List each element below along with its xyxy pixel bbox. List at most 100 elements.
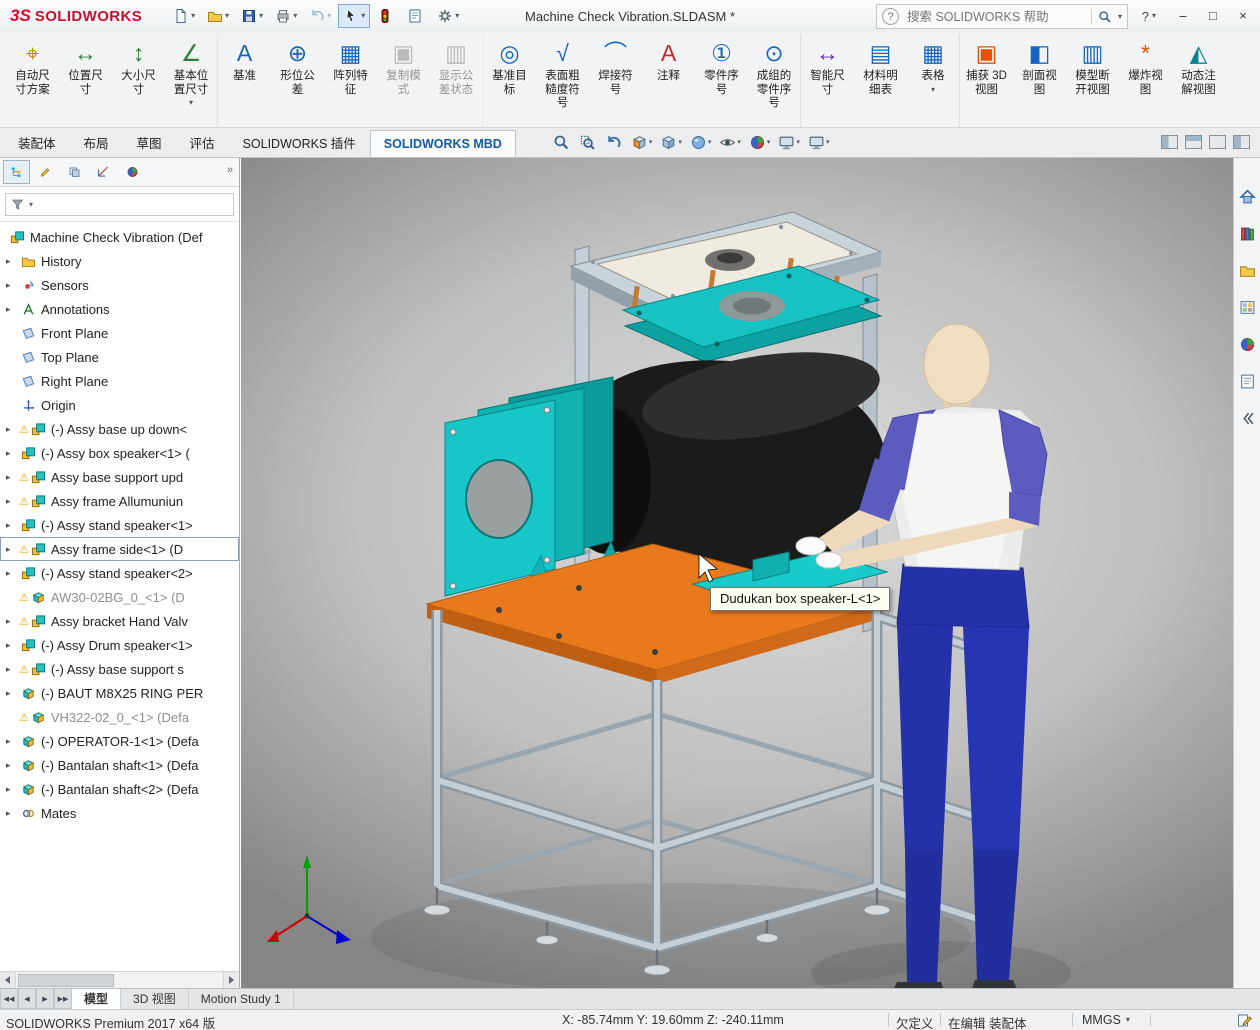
headsup-button[interactable]: ▾	[805, 130, 833, 154]
scroll-left-button[interactable]	[0, 972, 16, 988]
ribbon-button[interactable]: ▣ 捕获 3D 视图	[960, 34, 1013, 127]
headsup-button[interactable]	[576, 130, 600, 154]
tab-nav-button[interactable]: ▶▶	[54, 989, 72, 1009]
scroll-right-button[interactable]	[223, 972, 239, 988]
expand-arrow-icon[interactable]: ▸	[6, 544, 19, 555]
tree-item[interactable]: ⚠ VH322-02_0_<1> (Defa	[0, 705, 239, 729]
tags-icon[interactable]	[1236, 1012, 1252, 1028]
expand-arrow-icon[interactable]: ▸	[6, 664, 19, 675]
ribbon-button[interactable]: ▤ 材料明细表	[854, 34, 907, 127]
expand-arrow-icon[interactable]: ▸	[6, 304, 19, 315]
panel-tab[interactable]	[119, 160, 146, 184]
ribbon-button[interactable]: ▥ 显示公差状态	[430, 34, 483, 127]
headsup-button[interactable]: ▾	[628, 130, 656, 154]
tab-nav-button[interactable]: ◀◀	[0, 989, 18, 1009]
ribbon-button[interactable]: ⌖ 自动尺寸方案	[6, 34, 59, 127]
tree-item[interactable]: Origin	[0, 393, 239, 417]
tree-item[interactable]: ▸ ⚠ Assy bracket Hand Valv	[0, 609, 239, 633]
quick-tool-button[interactable]: ▾	[168, 4, 200, 28]
expand-arrow-icon[interactable]: ▸	[6, 616, 19, 627]
quick-tool-button[interactable]: ▾	[338, 4, 371, 28]
assembly-3d-scene[interactable]	[241, 158, 1233, 988]
search-caret-icon[interactable]: ▾	[1118, 12, 1122, 21]
tree-item[interactable]: ▸ Mates	[0, 801, 239, 825]
tree-item[interactable]: ▸ (-) Bantalan shaft<2> (Defa	[0, 777, 239, 801]
task-pane-button[interactable]	[1237, 186, 1258, 207]
pane-minimize-icon[interactable]	[1209, 135, 1226, 149]
quick-tool-button[interactable]: ▾	[270, 4, 302, 28]
tree-item[interactable]: Top Plane	[0, 345, 239, 369]
task-pane-button[interactable]	[1237, 408, 1258, 429]
command-tab[interactable]: SOLIDWORKS 插件	[229, 130, 370, 157]
expand-arrow-icon[interactable]: ▸	[6, 568, 19, 579]
maximize-button[interactable]: □	[1198, 0, 1228, 30]
ribbon-button[interactable]: * 爆炸视图	[1119, 34, 1172, 127]
expand-arrow-icon[interactable]: ▸	[6, 736, 19, 747]
expand-arrow-icon[interactable]: ▸	[6, 640, 19, 651]
task-pane-button[interactable]	[1237, 371, 1258, 392]
quick-tool-button[interactable]: ▾	[432, 4, 464, 28]
tree-item[interactable]: Machine Check Vibration (Def	[0, 225, 239, 249]
quick-tool-button[interactable]: ▾	[304, 4, 336, 28]
expand-arrow-icon[interactable]: ▸	[6, 448, 19, 459]
ribbon-button[interactable]: ◭ 动态注解视图	[1172, 34, 1225, 127]
quick-tool-button[interactable]	[372, 4, 400, 28]
tab-nav-button[interactable]: ◀	[18, 989, 36, 1009]
tab-nav-button[interactable]: ▶	[36, 989, 54, 1009]
tree-item[interactable]: ▸ ⚠ (-) Assy base up down<	[0, 417, 239, 441]
tree-item[interactable]: ▸ (-) Assy Drum speaker<1>	[0, 633, 239, 657]
tree-item[interactable]: ▸ (-) BAUT M8X25 RING PER	[0, 681, 239, 705]
tree-horizontal-scrollbar[interactable]	[0, 971, 239, 988]
minimize-button[interactable]: –	[1168, 0, 1198, 30]
tree-item[interactable]: Right Plane	[0, 369, 239, 393]
tree-item[interactable]: ▸ Annotations	[0, 297, 239, 321]
command-tab[interactable]: SOLIDWORKS MBD	[369, 130, 516, 157]
search-box[interactable]: ? ▾	[876, 4, 1128, 29]
command-tab[interactable]: 装配体	[4, 130, 70, 157]
command-tab[interactable]: 草图	[123, 130, 176, 157]
panel-tab[interactable]	[32, 160, 59, 184]
tree-filter-combobox[interactable]: ▾	[5, 192, 234, 216]
ribbon-button[interactable]: A 注释	[642, 34, 695, 127]
tree-item[interactable]: ▸ (-) Assy stand speaker<1>	[0, 513, 239, 537]
panel-tab[interactable]	[61, 160, 88, 184]
ribbon-button[interactable]: ⊙ 成组的零件序号	[748, 34, 801, 127]
expand-arrow-icon[interactable]: ▸	[6, 688, 19, 699]
ribbon-button[interactable]: ↕ 大小尺寸	[112, 34, 165, 127]
ribbon-button[interactable]: ▣ 复制模式	[377, 34, 430, 127]
task-pane-button[interactable]	[1237, 334, 1258, 355]
expand-arrow-icon[interactable]: ▸	[6, 760, 19, 771]
tree-item[interactable]: ⚠ AW30-02BG_0_<1> (D	[0, 585, 239, 609]
headsup-button[interactable]: ▾	[687, 130, 715, 154]
document-tab[interactable]: 3D 视图	[121, 989, 189, 1009]
task-pane-button[interactable]	[1237, 297, 1258, 318]
command-tab[interactable]: 评估	[176, 130, 229, 157]
expand-arrow-icon[interactable]: ▸	[6, 784, 19, 795]
panel-tab[interactable]	[3, 160, 30, 184]
command-tab[interactable]: 布局	[70, 130, 123, 157]
ribbon-button[interactable]: ▦ 阵列特征	[324, 34, 377, 127]
task-pane-button[interactable]	[1237, 260, 1258, 281]
scrollbar-thumb[interactable]	[18, 973, 114, 987]
quick-tool-button[interactable]	[402, 4, 430, 28]
headsup-button[interactable]: ▾	[716, 130, 744, 154]
expand-arrow-icon[interactable]: ▸	[6, 808, 19, 819]
tree-item[interactable]: ▸ ⚠ Assy base support upd	[0, 465, 239, 489]
expand-arrow-icon[interactable]: ▸	[6, 424, 19, 435]
units-selector[interactable]: MMGS ▾	[1082, 1013, 1130, 1027]
document-tab[interactable]: 模型	[72, 989, 122, 1009]
tree-item[interactable]: ▸ (-) Bantalan shaft<1> (Defa	[0, 753, 239, 777]
ribbon-button[interactable]: ∠ 基本位置尺寸 ▾	[165, 34, 218, 127]
headsup-button[interactable]	[550, 130, 574, 154]
document-tab[interactable]: Motion Study 1	[189, 989, 294, 1009]
quick-tool-button[interactable]: ▾	[236, 4, 268, 28]
dropdown-caret-icon[interactable]: ▾	[29, 200, 33, 209]
ribbon-button[interactable]: √ 表面粗糙度符号	[536, 34, 589, 127]
panel-tab-overflow-button[interactable]: »	[221, 163, 237, 177]
tree-item[interactable]: ▸ History	[0, 249, 239, 273]
ribbon-button[interactable]: ◧ 剖面视图	[1013, 34, 1066, 127]
tree-item[interactable]: ▸ (-) Assy stand speaker<2>	[0, 561, 239, 585]
ribbon-button[interactable]: ① 零件序号	[695, 34, 748, 127]
close-button[interactable]: ×	[1228, 0, 1258, 30]
ribbon-button[interactable]: ⌒ 焊接符号	[589, 34, 642, 127]
